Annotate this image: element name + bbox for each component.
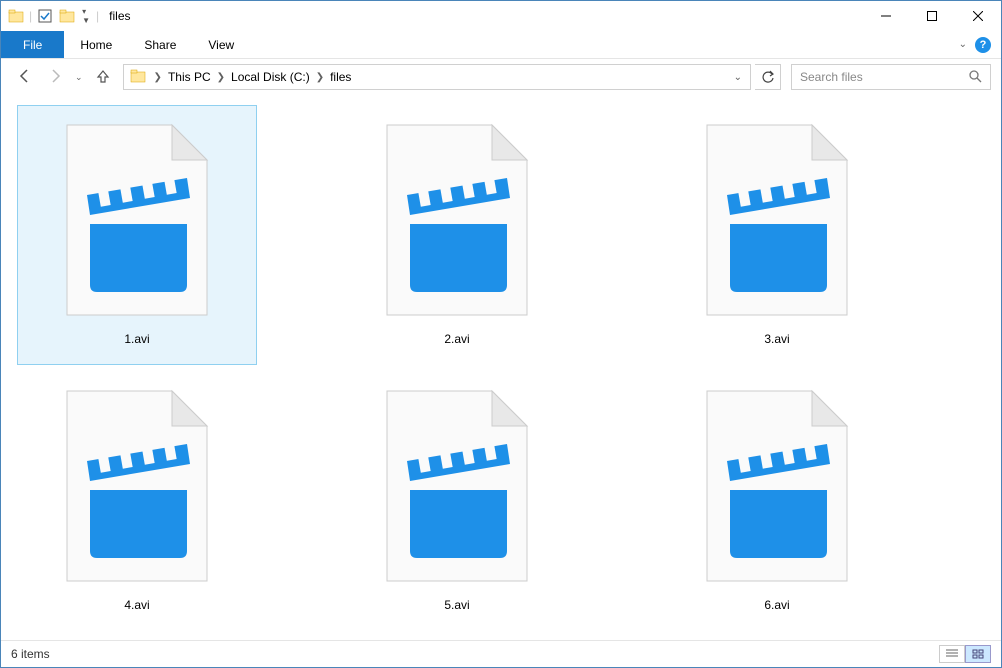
details-view-button[interactable] <box>939 645 965 663</box>
properties-icon[interactable] <box>36 7 54 25</box>
forward-button[interactable] <box>45 66 65 89</box>
search-input[interactable] <box>800 70 968 84</box>
help-icon[interactable]: ? <box>975 37 991 53</box>
file-item[interactable]: 6.avi <box>657 371 897 631</box>
up-button[interactable] <box>93 66 113 89</box>
qat-separator: | <box>96 9 99 23</box>
file-name-label: 6.avi <box>764 598 789 612</box>
video-file-icon <box>47 110 227 330</box>
window-controls <box>863 1 1001 31</box>
breadcrumb-item[interactable]: Local Disk (C:) <box>227 70 314 84</box>
video-file-icon <box>367 376 547 596</box>
icons-view-button[interactable] <box>965 645 991 663</box>
close-button[interactable] <box>955 1 1001 31</box>
new-folder-icon[interactable] <box>58 7 76 25</box>
maximize-button[interactable] <box>909 1 955 31</box>
video-file-icon <box>47 376 227 596</box>
file-item[interactable]: 2.avi <box>337 105 577 365</box>
file-name-label: 5.avi <box>444 598 469 612</box>
quick-access-toolbar: | ▾▼ | files <box>1 7 131 25</box>
tab-home[interactable]: Home <box>64 31 128 58</box>
refresh-button[interactable] <box>755 64 781 90</box>
tab-file[interactable]: File <box>1 31 64 58</box>
file-name-label: 4.avi <box>124 598 149 612</box>
minimize-button[interactable] <box>863 1 909 31</box>
chevron-right-icon[interactable]: ❯ <box>152 72 164 83</box>
window-title: files <box>109 9 130 23</box>
chevron-right-icon[interactable]: ❯ <box>314 72 326 83</box>
titlebar: | ▾▼ | files <box>1 1 1001 31</box>
status-bar: 6 items <box>1 640 1001 666</box>
breadcrumb-item[interactable]: This PC <box>164 70 215 84</box>
qat-dropdown-icon[interactable]: ▾▼ <box>80 7 92 25</box>
file-item[interactable]: 3.avi <box>657 105 897 365</box>
qat-separator: | <box>29 9 32 23</box>
file-name-label: 1.avi <box>124 332 149 346</box>
file-item[interactable]: 1.avi <box>17 105 257 365</box>
folder-icon <box>130 68 148 86</box>
folder-app-icon <box>7 7 25 25</box>
search-box[interactable] <box>791 64 991 90</box>
file-item[interactable]: 5.avi <box>337 371 577 631</box>
file-name-label: 3.avi <box>764 332 789 346</box>
video-file-icon <box>687 376 867 596</box>
view-mode-toggle <box>939 645 991 663</box>
tab-share[interactable]: Share <box>128 31 192 58</box>
breadcrumb-item[interactable]: files <box>326 70 355 84</box>
history-dropdown-icon[interactable]: ⌄ <box>75 72 83 83</box>
file-list-view[interactable]: 1.avi 2.avi 3.avi 4.avi 5.avi 6.avi <box>1 95 1001 640</box>
item-count: 6 items <box>11 647 50 661</box>
ribbon-expand-icon[interactable]: ⌄ <box>959 39 967 50</box>
file-name-label: 2.avi <box>444 332 469 346</box>
file-item[interactable]: 4.avi <box>17 371 257 631</box>
back-button[interactable] <box>15 66 35 89</box>
ribbon-tabs: File Home Share View ⌄ ? <box>1 31 1001 59</box>
search-icon[interactable] <box>968 69 982 86</box>
video-file-icon <box>687 110 867 330</box>
address-dropdown-icon[interactable]: ⌄ <box>728 72 748 83</box>
chevron-right-icon[interactable]: ❯ <box>215 72 227 83</box>
address-bar[interactable]: ❯ This PC ❯ Local Disk (C:) ❯ files ⌄ <box>123 64 751 90</box>
video-file-icon <box>367 110 547 330</box>
navigation-bar: ⌄ ❯ This PC ❯ Local Disk (C:) ❯ files ⌄ <box>1 59 1001 95</box>
tab-view[interactable]: View <box>192 31 250 58</box>
